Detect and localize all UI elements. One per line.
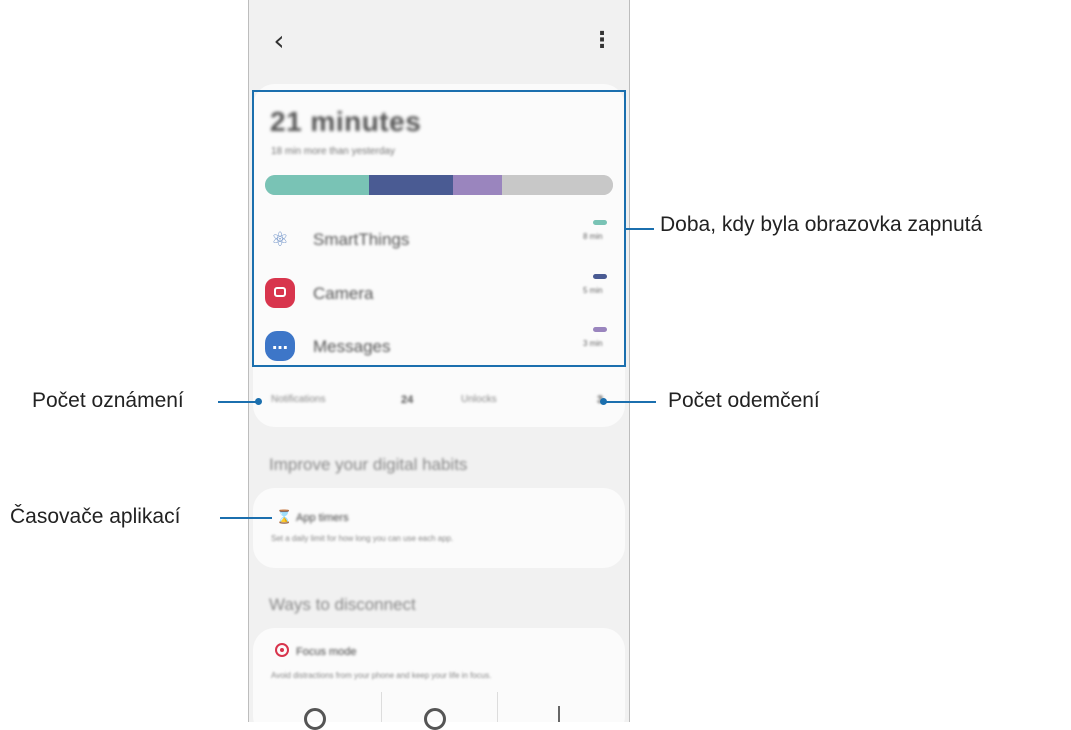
callout-line [626,228,654,230]
callout-line [606,401,656,403]
disconnect-heading: Ways to disconnect [269,595,416,614]
app-timers-title[interactable]: App timers [296,512,349,524]
back-button[interactable]: ‹ [267,26,291,56]
divider [381,692,382,722]
top-bar: ‹ ⋮ [249,0,629,80]
callout-dot [255,398,262,405]
callout-unlocks: Počet odemčení [668,389,820,412]
hourglass-icon: ⌛ [276,510,293,525]
focus-mode-icon [275,643,289,657]
notifications-value: 24 [401,394,414,406]
focus-mode-title[interactable]: Focus mode [296,646,357,658]
callout-line [220,517,272,519]
notifications-label: Notifications [271,394,326,405]
focus-mode-option-icon[interactable] [304,708,326,730]
stats-row: Notifications 24 Unlocks 3 [249,392,629,414]
divider [497,692,498,722]
callout-line [218,401,258,403]
more-options-icon[interactable]: ⋮ [591,26,613,56]
focus-mode-option-icon[interactable] [424,708,446,730]
unlocks-label: Unlocks [461,394,497,405]
app-timers-card[interactable] [253,488,625,568]
screen-time-highlight-box [252,90,626,367]
focus-mode-description: Avoid distractions from your phone and k… [271,671,492,680]
add-icon[interactable] [558,706,560,722]
improve-heading: Improve your digital habits [269,455,468,474]
callout-app-timers: Časovače aplikací [10,505,181,528]
callout-screen-time: Doba, kdy byla obrazovka zapnutá [660,213,983,236]
callout-notifications: Počet oznámení [32,389,184,412]
app-timers-description: Set a daily limit for how long you can u… [271,534,454,543]
